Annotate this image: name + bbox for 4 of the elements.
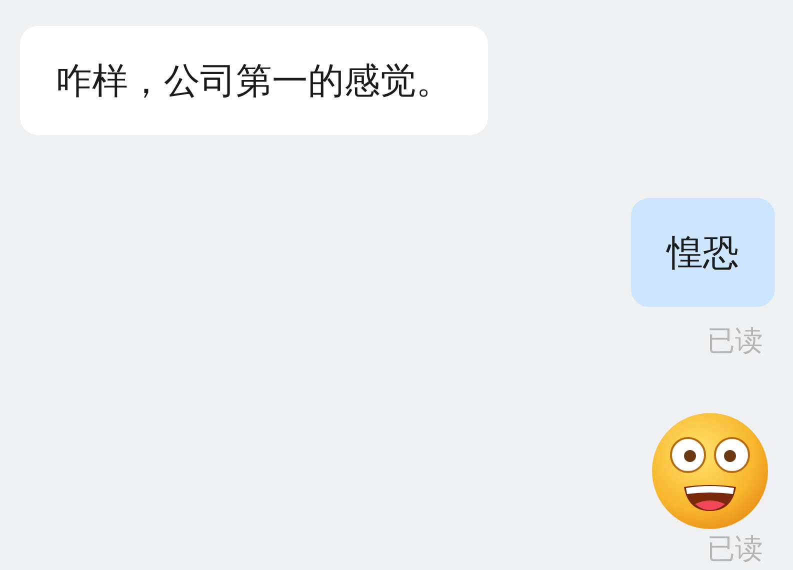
read-receipt: 已读	[707, 533, 763, 565]
message-bubble: 咋样，公司第一的感觉。	[20, 26, 488, 135]
message-bubble: 惶恐	[631, 198, 775, 307]
read-receipt: 已读	[707, 325, 763, 357]
